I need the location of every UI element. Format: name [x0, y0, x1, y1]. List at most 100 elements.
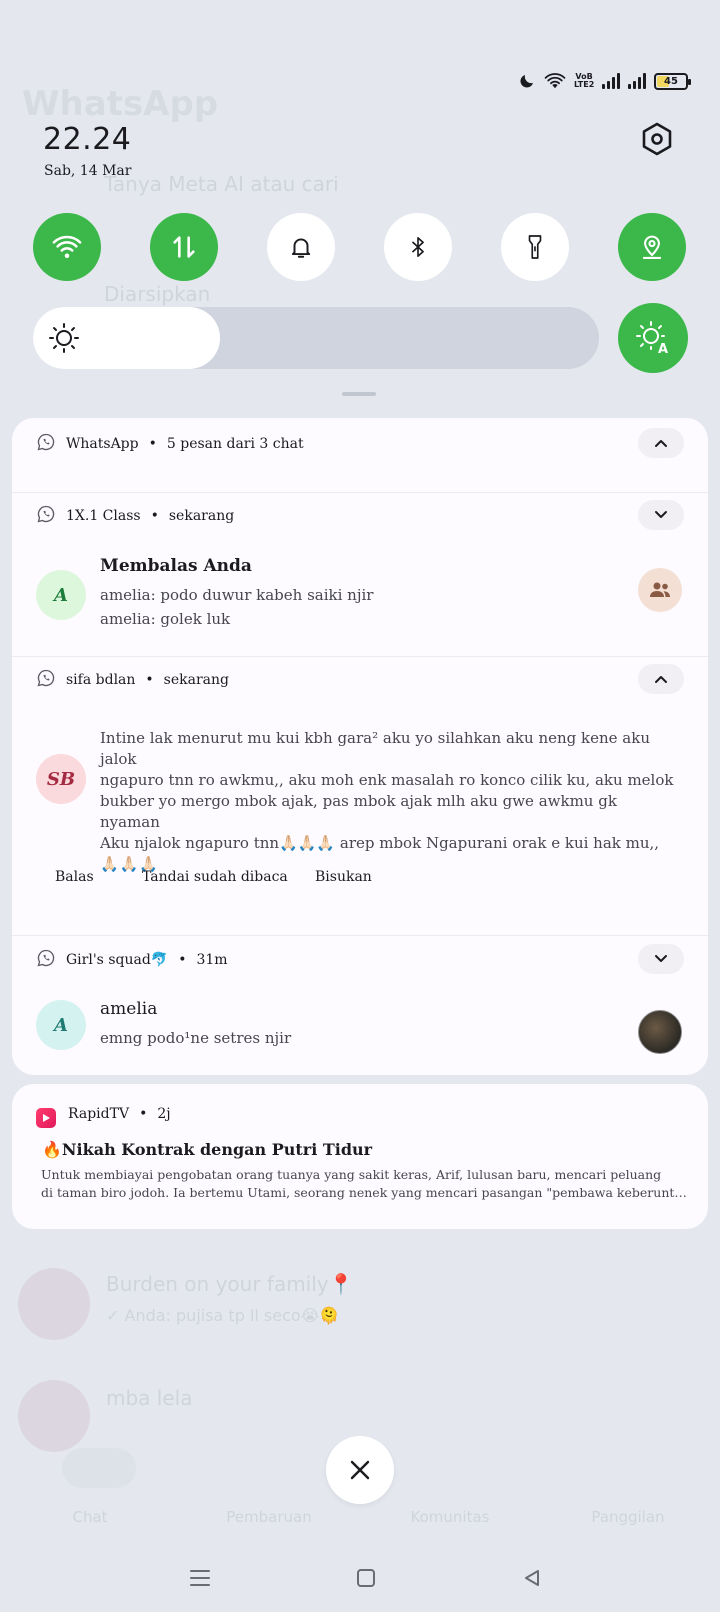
toggle-bluetooth[interactable]	[384, 213, 452, 281]
bg-avatar	[18, 1380, 90, 1452]
divider	[12, 492, 708, 493]
message-line: emng podo¹ne setres njir	[100, 1029, 292, 1047]
bg-avatar	[18, 1268, 90, 1340]
notification-header: sifa bdlan • sekarang	[36, 668, 229, 692]
chevron-down-icon	[655, 511, 667, 518]
wifi-icon	[52, 235, 82, 258]
bg-chat2-name: mba lela	[106, 1386, 193, 1410]
bg-search-text: Tanya Meta AI atau cari	[104, 172, 339, 196]
whatsapp-icon	[36, 504, 56, 528]
whatsapp-notification-group[interactable]: WhatsApp • 5 pesan dari 3 chat 1X.1 Clas…	[12, 418, 708, 1075]
group-summary: 5 pesan dari 3 chat	[166, 436, 304, 452]
bg-chat1-name: Burden on your family📍	[106, 1272, 354, 1296]
collapse-group-button[interactable]	[638, 428, 684, 458]
bg-tab-icon	[62, 1448, 136, 1488]
group-photo-thumbnail	[638, 1010, 682, 1054]
divider	[12, 656, 708, 657]
bg-tab-communities: Komunitas	[410, 1508, 490, 1526]
rapidtv-logo-icon	[36, 1108, 56, 1128]
divider	[12, 935, 708, 936]
date: Sab, 14 Mar	[44, 163, 132, 179]
data-transfer-icon	[173, 236, 195, 258]
app-name: RapidTV	[68, 1106, 130, 1122]
toggle-flashlight[interactable]	[501, 213, 569, 281]
notification-title: Membalas Anda	[100, 556, 252, 576]
body-line: di taman biro jodoh. Ia bertemu Utami, s…	[41, 1185, 689, 1200]
message-line: Intine lak menurut mu kui kbh gara² aku …	[100, 729, 650, 768]
bg-tab-calls: Panggilan	[591, 1508, 665, 1526]
home-button[interactable]	[346, 1555, 386, 1601]
notification-header: Girl's squad🐬 • 31m	[36, 948, 228, 972]
toggle-sound[interactable]	[267, 213, 335, 281]
toggle-mobile-data[interactable]	[150, 213, 218, 281]
signal-icon	[602, 73, 620, 89]
avatar: A	[36, 1000, 86, 1050]
volte-label: VoB LTE2	[574, 72, 595, 89]
square-icon	[357, 1569, 375, 1587]
menu-icon	[190, 1570, 210, 1586]
rapidtv-notification[interactable]: RapidTV • 2j 🔥Nikah Kontrak dengan Putri…	[12, 1084, 708, 1229]
message-body: Intine lak menurut mu kui kbh gara² aku …	[100, 728, 680, 875]
notification-title: 🔥Nikah Kontrak dengan Putri Tidur	[42, 1140, 373, 1159]
group-app-name: WhatsApp	[66, 436, 139, 452]
notification-time: 2j	[157, 1106, 171, 1122]
message-line: bukber yo mergo mbok ajak, pas mbok ajak…	[100, 792, 617, 831]
expand-notification-button[interactable]	[638, 944, 684, 974]
chevron-down-icon	[655, 955, 667, 962]
chat-name: Girl's squad🐬	[66, 952, 169, 968]
mute-button[interactable]: Bisukan	[315, 869, 372, 885]
notification-time: sekarang	[163, 672, 229, 688]
bg-tab-updates: Pembaruan	[226, 1508, 312, 1526]
shade-drag-handle[interactable]	[342, 392, 376, 396]
battery-level: 45	[664, 75, 678, 87]
auto-brightness-button[interactable]: A	[618, 303, 688, 373]
toggle-location[interactable]	[618, 213, 686, 281]
whatsapp-icon	[36, 668, 56, 692]
chevron-up-icon	[655, 676, 667, 683]
bg-archived: Diarsipkan	[104, 282, 211, 306]
group-header: WhatsApp • 5 pesan dari 3 chat	[36, 432, 304, 456]
svg-text:A: A	[658, 342, 668, 356]
chevron-up-icon	[655, 440, 667, 447]
whatsapp-icon	[36, 948, 56, 972]
recent-apps-button[interactable]	[180, 1555, 220, 1601]
bg-app-title: WhatsApp	[22, 84, 219, 124]
sender-name: amelia	[100, 999, 158, 1019]
back-button[interactable]	[512, 1555, 552, 1601]
reply-button[interactable]: Balas	[55, 869, 94, 885]
expand-notification-button[interactable]	[638, 500, 684, 530]
sun-icon	[48, 322, 80, 358]
bg-tab-chat: Chat	[72, 1508, 108, 1526]
chat-name: 1X.1 Class	[66, 508, 141, 524]
brightness-slider[interactable]	[33, 307, 599, 369]
clock: 22.24	[43, 122, 132, 157]
notification-body: Untuk membiayai pengobatan orang tuanya …	[41, 1166, 689, 1202]
bell-icon	[291, 238, 311, 258]
avatar: SB	[36, 754, 86, 804]
group-chat-badge	[638, 568, 682, 612]
flashlight-icon	[528, 235, 542, 259]
bg-chat1-preview: ✓ Anda: pujisa tp ll seco😭🫠	[106, 1306, 340, 1325]
whatsapp-icon	[36, 432, 56, 456]
mark-as-read-button[interactable]: Tandai sudah dibaca	[142, 869, 288, 885]
message-line: Aku njalok ngapuro tnn🙏🏻🙏🏻🙏🏻 arep mbok N…	[100, 834, 660, 852]
chat-name: sifa bdlan	[66, 672, 136, 688]
notification-header: 1X.1 Class • sekarang	[36, 504, 234, 528]
notification-header: RapidTV • 2j	[68, 1106, 171, 1122]
signal-icon	[628, 73, 646, 89]
close-icon	[350, 1460, 370, 1480]
collapse-notification-button[interactable]	[638, 664, 684, 694]
status-bar: VoB LTE2 45	[518, 72, 691, 90]
settings-button[interactable]	[638, 120, 676, 158]
notification-time: 31m	[196, 952, 228, 968]
clear-all-button[interactable]	[326, 1436, 394, 1504]
navigation-bar	[0, 1555, 720, 1601]
location-icon	[642, 235, 662, 259]
message-line: amelia: golek luk	[100, 610, 231, 628]
battery-icon: 45	[654, 72, 691, 90]
bluetooth-icon	[412, 237, 424, 257]
message-line: ngapuro tnn ro awkmu,, aku moh enk masal…	[100, 771, 674, 789]
toggle-wifi[interactable]	[33, 213, 101, 281]
notification-time: sekarang	[168, 508, 235, 524]
moon-icon	[518, 72, 536, 90]
